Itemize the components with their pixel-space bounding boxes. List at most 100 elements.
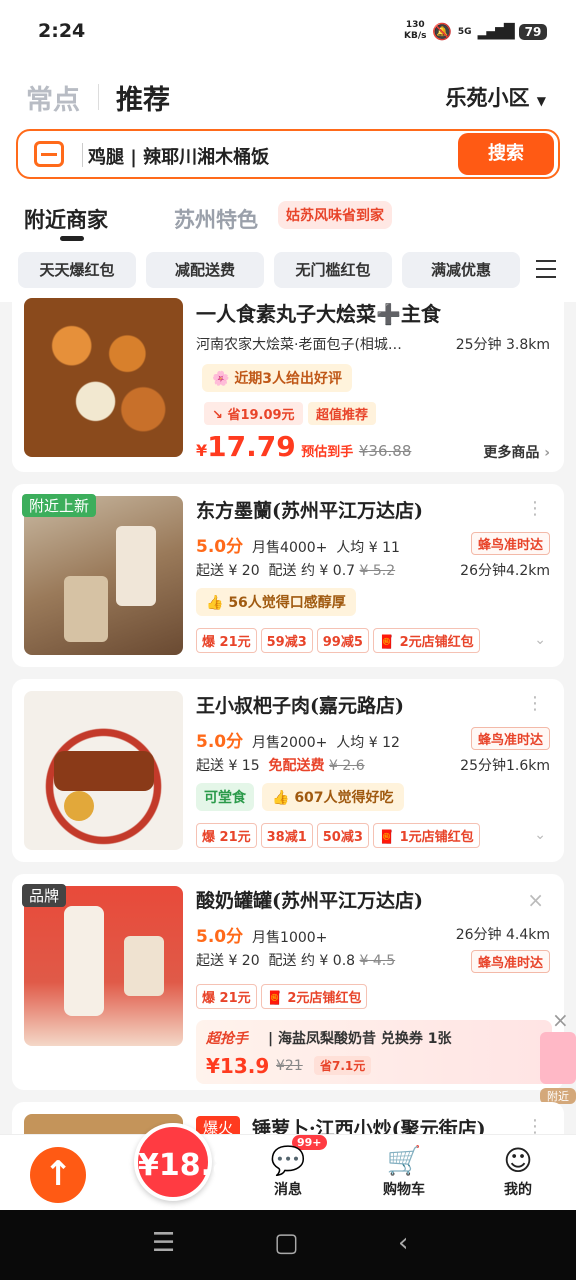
search-bar[interactable]: 鸡腿 | 辣耶川湘木桶饭 搜索 xyxy=(16,129,560,179)
trend-down-icon: ↘ xyxy=(212,408,223,423)
system-nav-bar: ☰ ▢ ‹ xyxy=(0,1210,576,1280)
divider xyxy=(82,143,83,167)
food-image[interactable] xyxy=(24,298,183,457)
cup-shape xyxy=(124,936,164,996)
battery-level: 79 xyxy=(518,23,548,40)
search-input[interactable]: 鸡腿 | 辣耶川湘木桶饭 xyxy=(88,143,269,169)
tab-nearby[interactable]: 附近商家 xyxy=(24,204,108,234)
dine-in-badge: 可堂食 xyxy=(196,783,254,811)
divider xyxy=(98,84,99,110)
store-card[interactable]: 品牌 酸奶罐罐(苏州平江万达店) × 5.0分 月售1000+ 26分钟 4.4… xyxy=(12,874,564,1090)
status-time: 2:24 xyxy=(38,20,86,42)
network-speed: 130 KB/s xyxy=(404,20,427,41)
location-label: 乐苑小区 xyxy=(445,85,530,110)
floating-gift[interactable]: × 附近 xyxy=(540,1008,576,1108)
gift-icon xyxy=(540,1032,576,1084)
home-icon[interactable]: ▢ xyxy=(274,1228,299,1258)
cart-amount-button[interactable]: ¥18.8 xyxy=(134,1123,233,1201)
praise-note: 👍 56人觉得口感醇厚 xyxy=(196,588,356,616)
store-name: 王小叔杷子肉(嘉元路店) xyxy=(196,695,404,717)
promo-pill: 爆 21元 xyxy=(196,628,257,653)
deal-brand: 超抢手 xyxy=(206,1031,248,1047)
cup-shape xyxy=(116,526,156,606)
deal-box[interactable]: 超抢手 | 海盐凤梨酸奶昔 兑换券 1张 ¥13.9 ¥21 省7.1元 xyxy=(196,1020,552,1084)
deal-save: 省7.1元 xyxy=(314,1056,372,1075)
search-button[interactable]: 搜索 xyxy=(458,133,554,175)
promo-pill: 🧧 2元店铺红包 xyxy=(260,984,368,1009)
caret-down-icon: ▼ xyxy=(536,94,546,108)
nav-cart[interactable]: 🛒 购物车 xyxy=(364,1143,444,1199)
chip-daily-red-packet[interactable]: 天天爆红包 xyxy=(18,252,136,288)
chevron-down-icon[interactable]: ⌄ xyxy=(534,632,546,648)
close-icon[interactable]: × xyxy=(552,1008,569,1032)
ontime-badge: 蜂鸟准时达 xyxy=(470,532,550,555)
promo-list: 爆 21元 🧧 2元店铺红包 xyxy=(196,984,371,1009)
time-distance: 25分钟 3.8km xyxy=(455,337,550,353)
thumb-up-icon: 👍 xyxy=(272,790,290,806)
menu-icon[interactable] xyxy=(536,260,556,284)
back-to-top-button[interactable]: ↑ xyxy=(30,1147,86,1203)
time-distance: 26分钟 4.4km xyxy=(455,927,550,943)
promo-pill: 99减5 xyxy=(316,628,369,653)
more-icon[interactable]: ⋮ xyxy=(526,498,544,519)
more-icon[interactable]: ⋮ xyxy=(526,693,544,714)
deal-orig-price: ¥21 xyxy=(276,1058,303,1074)
saving-badge: ↘ 省19.09元 xyxy=(204,402,303,425)
chip-reduced-delivery[interactable]: 减配送费 xyxy=(146,252,264,288)
store-name: 酸奶罐罐(苏州平江万达店) xyxy=(196,890,423,912)
price: ¥17.79 预估到手 ¥36.88 xyxy=(196,430,412,463)
promo-pill: 38减1 xyxy=(260,823,313,848)
more-items-link[interactable]: 更多商品 › xyxy=(483,442,550,462)
thumb-up-icon: 👍 xyxy=(206,595,224,611)
store-stats: 5.0分 月售1000+ xyxy=(196,927,328,947)
mute-icon: 🔕 xyxy=(432,22,452,41)
store-stats: 5.0分 月售2000+ 人均 ¥ 12 xyxy=(196,732,400,752)
store-image[interactable] xyxy=(24,691,183,850)
nav-messages[interactable]: 💬 消息 xyxy=(248,1143,328,1199)
promo-list: 爆 21元 59减3 99减5 🧧 2元店铺红包 xyxy=(196,628,484,653)
store-stats: 5.0分 月售4000+ 人均 ¥ 11 xyxy=(196,537,400,557)
tab-suzhou[interactable]: 苏州特色 xyxy=(174,204,258,234)
status-bar: 2:24 130 KB/s 🔕 5G ▂▄▆█ 79 xyxy=(0,0,576,62)
new-tag: 附近上新 xyxy=(22,494,97,517)
tab-frequent[interactable]: 常点 xyxy=(26,78,80,117)
shop-name: 河南农家大烩菜·老面包子(相城… xyxy=(196,337,402,353)
bottom-nav: ↑ ¥18.8 99+ 💬 消息 🛒 购物车 ☺ 我的 xyxy=(0,1123,576,1210)
store-card[interactable]: 王小叔杷子肉(嘉元路店) ⋮ 5.0分 月售2000+ 人均 ¥ 12 蜂鸟准时… xyxy=(12,679,564,862)
cup-shape xyxy=(64,576,108,642)
delivery-info: 起送 ¥ 20 配送 约 ¥ 0.7 ¥ 5.2 xyxy=(196,563,396,579)
ontime-badge: 蜂鸟准时达 xyxy=(470,950,550,973)
deal-price: ¥13.9 xyxy=(206,1054,270,1078)
store-card[interactable]: 一人食素丸子大烩菜➕主食 河南农家大烩菜·老面包子(相城… 25分钟 3.8km… xyxy=(12,290,564,472)
promo-pill: 🧧 2元店铺红包 xyxy=(372,628,480,653)
promo-pill: 🧧 1元店铺红包 xyxy=(372,823,480,848)
back-icon[interactable]: ‹ xyxy=(398,1228,408,1258)
chat-icon: 💬 xyxy=(270,1144,306,1177)
close-icon[interactable]: × xyxy=(527,888,544,912)
chevron-down-icon[interactable]: ⌄ xyxy=(534,827,546,843)
ontime-badge: 蜂鸟准时达 xyxy=(470,727,550,750)
meat-shape xyxy=(54,751,154,791)
recent-apps-icon[interactable]: ☰ xyxy=(152,1228,175,1258)
suzhou-badge: 姑苏风味省到家 xyxy=(278,201,392,229)
bottle-shape xyxy=(64,906,104,1016)
store-image[interactable] xyxy=(24,886,183,1046)
delivery-info: 起送 ¥ 20 配送 约 ¥ 0.8 ¥ 4.5 xyxy=(196,953,396,969)
smile-icon: ☺ xyxy=(503,1144,533,1177)
avatar-icon: 🌸 xyxy=(212,371,230,387)
nav-mine[interactable]: ☺ 我的 xyxy=(478,1143,558,1199)
delivery-info: 起送 ¥ 15 免配送费 ¥ 2.6 xyxy=(196,758,365,774)
status-icons: 🔕 5G ▂▄▆█ 79 xyxy=(432,22,548,41)
review-note: 🌸 近期3人给出好评 xyxy=(202,364,353,392)
scan-icon[interactable] xyxy=(34,141,64,167)
deal-text: | 海盐凤梨酸奶昔 兑换券 1张 xyxy=(268,1031,452,1047)
chip-no-threshold[interactable]: 无门槛红包 xyxy=(274,252,392,288)
time-distance: 25分钟1.6km xyxy=(460,758,550,774)
store-image[interactable] xyxy=(24,496,183,655)
location-selector[interactable]: 乐苑小区 ▼ xyxy=(445,82,546,112)
store-card[interactable]: 附近上新 东方墨蘭(苏州平江万达店) ⋮ 5.0分 月售4000+ 人均 ¥ 1… xyxy=(12,484,564,667)
chip-discount[interactable]: 满减优惠 xyxy=(402,252,520,288)
egg-shape xyxy=(64,791,94,821)
promo-pill: 爆 21元 xyxy=(196,823,257,848)
tab-recommend[interactable]: 推荐 xyxy=(116,78,170,117)
